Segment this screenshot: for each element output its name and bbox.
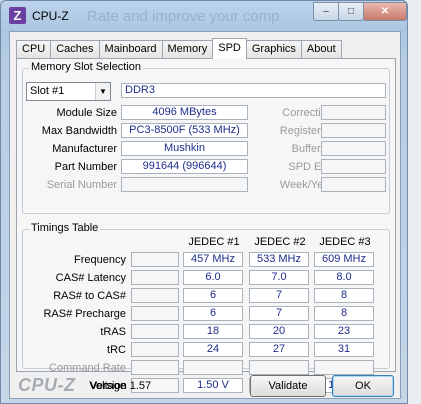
timing-value-cell: 20 [249,324,309,339]
timing-row-label: CAS# Latency [55,272,126,284]
tab-bar: CPU Caches Mainboard Memory SPD Graphics… [16,38,342,59]
part-number-value: 991644 (996644) [121,159,248,174]
timings-column-header: JEDEC #1 [188,236,240,248]
tab-memory[interactable]: Memory [161,40,214,59]
max-bandwidth-value: PC3-8500F (533 MHz) [121,123,248,138]
manufacturer-label: Manufacturer [52,143,117,155]
timing-value-cell: 6 [183,306,243,321]
correction-value [321,105,386,120]
memory-slot-group-title: Memory Slot Selection [29,61,144,73]
background-window-text: Rate and improve your comp [87,8,280,25]
week-year-value [321,177,386,192]
version-label: Version 1.57 [90,380,152,392]
timing-row-label: Frequency [74,254,126,266]
timings-column-header: JEDEC #3 [319,236,371,248]
timing-blank-cell [131,342,179,357]
cpuz-logo: CPU-Z [18,375,76,395]
timing-row-label: RAS# to CAS# [53,290,126,302]
max-bandwidth-label: Max Bandwidth [41,125,117,137]
timing-blank-cell [131,252,179,267]
timings-column-header: JEDEC #2 [254,236,306,248]
timing-value-cell: 7 [249,288,309,303]
timing-value-cell: 27 [249,342,309,357]
chevron-down-icon[interactable]: ▼ [95,83,110,100]
window-title: CPU-Z [32,9,69,23]
timing-value-cell: 31 [314,342,374,357]
tab-mainboard[interactable]: Mainboard [98,40,163,59]
timing-row-label: RAS# Precharge [43,308,126,320]
timing-value-cell: 533 MHz [249,252,309,267]
close-button[interactable]: ✕ [363,2,407,21]
close-icon: ✕ [380,6,390,17]
maximize-button[interactable]: □ [338,2,364,21]
timing-value-cell: 18 [183,324,243,339]
serial-number-value [121,177,248,192]
serial-number-label: Serial Number [46,179,117,191]
tab-cpu[interactable]: CPU [16,40,52,59]
timing-value-cell: 23 [314,324,374,339]
timing-value-cell: 609 MHz [314,252,374,267]
tab-graphics[interactable]: Graphics [245,40,302,59]
buffered-value [321,141,386,156]
client-area: CPU Caches Mainboard Memory SPD Graphics… [9,31,401,399]
timing-value-cell: 457 MHz [183,252,243,267]
timings-table-title: Timings Table [29,222,101,234]
part-number-label: Part Number [54,161,117,173]
tab-spd[interactable]: SPD [212,38,247,59]
timing-blank-cell [131,288,179,303]
cpuz-app-icon: Z [9,7,26,24]
registered-value [321,123,386,138]
footer: CPU-Z Version 1.57 Validate OK [10,372,400,398]
timing-value-cell: 8 [314,288,374,303]
timing-value-cell: 6 [183,288,243,303]
spd-ext-value [321,159,386,174]
title-bar[interactable]: Z CPU-Z Rate and improve your comp – □ ✕ [1,1,407,31]
tab-caches[interactable]: Caches [50,40,100,59]
memory-type-field: DDR3 [121,83,386,98]
timing-value-cell: 8.0 [314,270,374,285]
timing-blank-cell [131,306,179,321]
minimize-button[interactable]: – [313,2,339,21]
tab-about[interactable]: About [300,40,342,59]
manufacturer-value: Mushkin [121,141,248,156]
ok-button[interactable]: OK [332,375,394,397]
module-size-label: Module Size [56,107,117,119]
timing-value-cell: 7 [249,306,309,321]
timing-value-cell: 24 [183,342,243,357]
timing-value-cell: 7.0 [249,270,309,285]
timing-value-cell: 6.0 [183,270,243,285]
maximize-icon: □ [347,6,355,17]
validate-button[interactable]: Validate [250,375,326,397]
timings-table-group: Timings Table JEDEC #1 JEDEC #2 JEDEC #3… [22,222,390,393]
slot-select-value: Slot #1 [30,85,65,97]
spd-panel: Memory Slot Selection Slot #1 ▼ DDR3 Mod… [16,58,396,393]
minimize-icon: – [323,6,329,17]
timing-value-cell: 8 [314,306,374,321]
timing-row-label: tRAS [100,326,126,338]
timing-blank-cell [131,270,179,285]
timing-row-label: tRC [107,344,126,356]
cpuz-window: Z CPU-Z Rate and improve your comp – □ ✕… [0,0,408,404]
timing-blank-cell [131,324,179,339]
module-size-value: 4096 MBytes [121,105,248,120]
memory-slot-group: Memory Slot Selection Slot #1 ▼ DDR3 Mod… [22,61,390,214]
slot-select[interactable]: Slot #1 ▼ [26,82,111,101]
